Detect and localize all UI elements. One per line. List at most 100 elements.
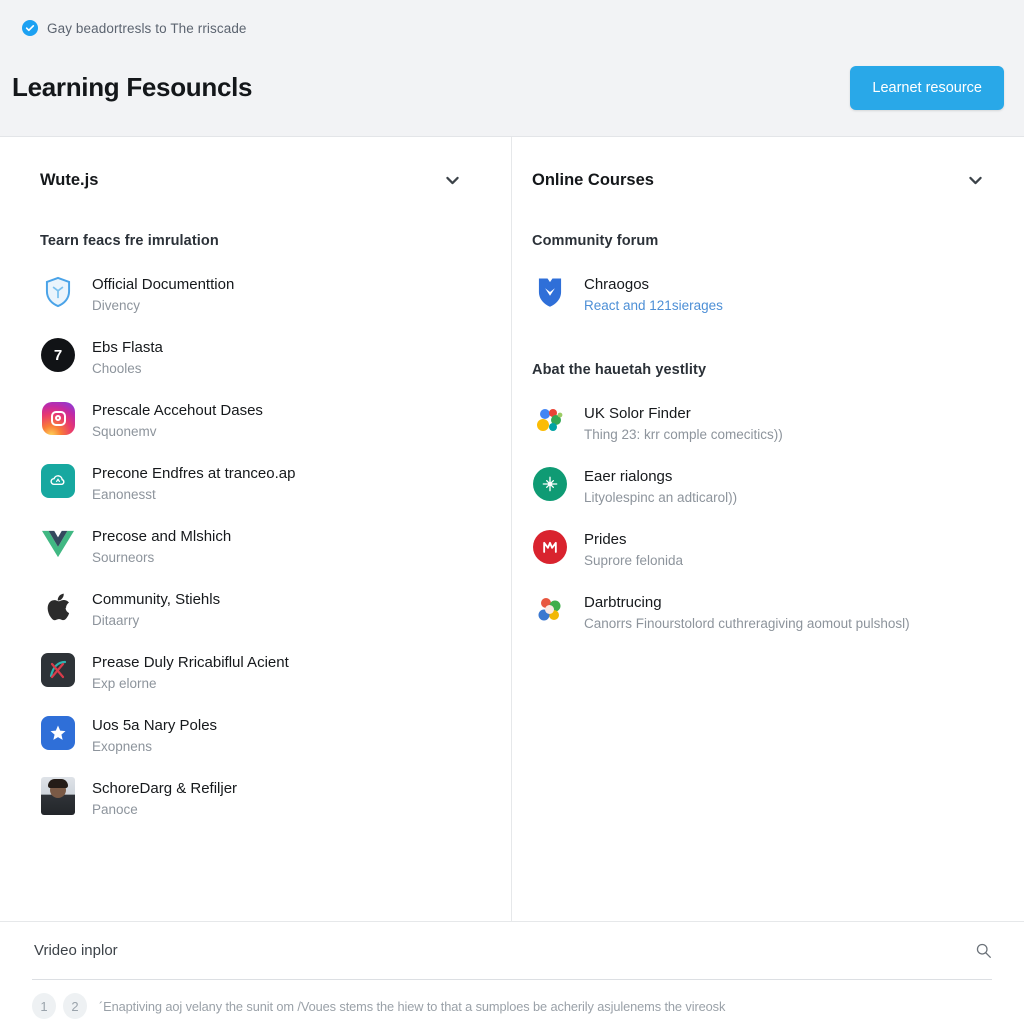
list-item[interactable]: Darbtrucing Canorrs Finourstolord cuthre… xyxy=(532,581,1000,644)
right-resource-list: UK Solor Finder Thing 23: krr comple com… xyxy=(532,392,1000,644)
check-circle-icon xyxy=(22,20,38,36)
shield-fold-icon xyxy=(532,274,568,310)
star-app-icon xyxy=(40,715,76,751)
breadcrumb[interactable]: Gay beadortresls to The rriscade xyxy=(22,16,1002,40)
list-item-subtitle: Sourneors xyxy=(92,550,155,565)
list-item-subtitle: Chooles xyxy=(92,361,142,376)
apple-icon xyxy=(40,589,76,625)
chevron-down-icon[interactable] xyxy=(440,168,465,193)
color-petals-icon xyxy=(532,592,568,628)
breadcrumb-label: Gay beadortresls to The rriscade xyxy=(47,20,247,36)
add-resource-button[interactable]: Learnet resource xyxy=(850,66,1004,110)
list-item-subtitle: Ditaarry xyxy=(92,613,140,628)
list-item-text: Uos 5a Nary Poles Exopnens xyxy=(92,715,217,756)
left-panel-title: Wute.js xyxy=(40,170,99,189)
footer-note-text: ´Enaptiving aoj velany the sunit om /Vou… xyxy=(99,998,726,1014)
list-item-title: Precone Endfres at tranceo.ap xyxy=(92,465,296,482)
list-item-subtitle: Eanonesst xyxy=(92,487,156,502)
left-section-label: Tearn feacs fre imrulation xyxy=(40,233,219,249)
list-item-text: Eaer rialongs Lityolespinc an adticarol)… xyxy=(584,466,737,507)
search-input[interactable] xyxy=(32,942,965,959)
list-item[interactable]: Precone Endfres at tranceo.ap Eanonesst xyxy=(40,452,487,515)
list-item[interactable]: Community, Stiehls Ditaarry xyxy=(40,578,487,641)
left-resource-list: Official Documenttion Divency 7 Ebs Flas… xyxy=(40,263,487,830)
list-item-title: Community, Stiehls xyxy=(92,591,221,608)
list-item-text: Chraogos React and 121sierages xyxy=(584,274,723,315)
list-item-title: UK Solor Finder xyxy=(584,405,691,422)
right-panel-title: Online Courses xyxy=(532,170,654,189)
page-header: Gay beadortresls to The rriscade Learnin… xyxy=(0,0,1024,137)
footer: 1 2 ´Enaptiving aoj velany the sunit om … xyxy=(0,921,1024,1024)
search-icon[interactable] xyxy=(975,942,992,959)
list-item-subtitle: Panoce xyxy=(92,802,138,817)
list-item-subtitle: Suprore felonida xyxy=(584,553,684,568)
list-item-title: Precose and Mlshich xyxy=(92,528,232,545)
list-item[interactable]: Prides Suprore felonida xyxy=(532,518,1000,581)
badge-number: 7 xyxy=(41,338,75,372)
list-item-title: Uos 5a Nary Poles xyxy=(92,717,218,734)
list-item-title: SchoreDarg & Refiljer xyxy=(92,780,238,797)
list-item-title: Ebs Flasta xyxy=(92,339,163,356)
list-item-subtitle: Divency xyxy=(92,298,141,313)
xcode-icon xyxy=(40,652,76,688)
list-item-subtitle: Canorrs Finourstolord cuthreragiving aom… xyxy=(584,616,910,631)
list-item-subtitle-link[interactable]: React and 121sierages xyxy=(584,296,723,315)
list-item-text: Official Documenttion Divency xyxy=(92,274,234,315)
right-featured-list: Chraogos React and 121sierages xyxy=(532,263,1000,326)
right-section-label-2: Abat the hauetah yestlity xyxy=(532,362,707,378)
list-item[interactable]: 7 Ebs Flasta Chooles xyxy=(40,326,487,389)
content-columns: Wute.js Tearn feacs fre imrulation Offic… xyxy=(0,137,1024,921)
list-item-text: Prease Duly Rricabiflul Acient Exp elorn… xyxy=(92,652,289,693)
m-circle-icon xyxy=(532,529,568,565)
right-panel-header: Online Courses xyxy=(532,163,1000,197)
shield-icon xyxy=(40,274,76,310)
number-badge-icon: 7 xyxy=(40,337,76,373)
list-item-text: Prescale Accehout Dases Squonemv xyxy=(92,400,263,441)
app-root: Gay beadortresls to The rriscade Learnin… xyxy=(0,0,1024,1024)
user-avatar-icon xyxy=(40,777,76,815)
right-panel: Online Courses Community forum Chraogos … xyxy=(512,137,1024,921)
left-panel-header: Wute.js xyxy=(40,163,487,197)
list-item-title: Chraogos xyxy=(584,276,650,293)
list-item-title: Official Documenttion xyxy=(92,276,235,293)
list-item-subtitle: Thing 23: krr comple comecitics)) xyxy=(584,427,783,442)
list-item-title: Darbtrucing xyxy=(584,594,662,611)
list-item[interactable]: Prease Duly Rricabiflul Acient Exp elorn… xyxy=(40,641,487,704)
right-section-label-1: Community forum xyxy=(532,233,659,249)
page-title: Learning Fesouncls xyxy=(12,72,253,102)
list-item-text: Darbtrucing Canorrs Finourstolord cuthre… xyxy=(584,592,910,633)
list-item-text: Precone Endfres at tranceo.ap Eanonesst xyxy=(92,463,295,504)
cloud-icon xyxy=(40,463,76,499)
instagram-icon xyxy=(40,400,76,436)
list-item-subtitle: Squonemv xyxy=(92,424,157,439)
list-item-title: Prease Duly Rricabiflul Acient xyxy=(92,654,289,671)
compass-circle-icon xyxy=(532,466,568,502)
list-item-text: UK Solor Finder Thing 23: krr comple com… xyxy=(584,403,783,444)
chevron-down-icon[interactable] xyxy=(963,168,988,193)
list-item[interactable]: Prescale Accehout Dases Squonemv xyxy=(40,389,487,452)
search-bar[interactable] xyxy=(32,922,992,980)
list-item[interactable]: SchoreDarg & Refiljer Panoce xyxy=(40,767,487,830)
list-item[interactable]: Official Documenttion Divency xyxy=(40,263,487,326)
list-item[interactable]: Precose and Mlshich Sourneors xyxy=(40,515,487,578)
vue-logo-icon xyxy=(40,526,76,562)
list-item[interactable]: UK Solor Finder Thing 23: krr comple com… xyxy=(532,392,1000,455)
list-item-subtitle: Exp elorne xyxy=(92,676,157,691)
list-item[interactable]: Eaer rialongs Lityolespinc an adticarol)… xyxy=(532,455,1000,518)
list-item-text: Community, Stiehls Ditaarry xyxy=(92,589,220,630)
list-item-title: Prescale Accehout Dases xyxy=(92,402,263,419)
list-item-text: Precose and Mlshich Sourneors xyxy=(92,526,231,567)
step-badge-1[interactable]: 1 xyxy=(32,993,56,1019)
list-item-title: Prides xyxy=(584,531,627,548)
step-badge-2[interactable]: 2 xyxy=(63,993,87,1019)
list-item-subtitle: Lityolespinc an adticarol)) xyxy=(584,490,738,505)
left-panel: Wute.js Tearn feacs fre imrulation Offic… xyxy=(0,137,512,921)
list-item-title: Eaer rialongs xyxy=(584,468,673,485)
list-item-text: SchoreDarg & Refiljer Panoce xyxy=(92,778,237,819)
color-dots-icon xyxy=(532,403,568,439)
list-item-subtitle: Exopnens xyxy=(92,739,153,754)
footer-note: 1 2 ´Enaptiving aoj velany the sunit om … xyxy=(32,980,992,1019)
list-item[interactable]: Uos 5a Nary Poles Exopnens xyxy=(40,704,487,767)
list-item[interactable]: Chraogos React and 121sierages xyxy=(532,263,1000,326)
list-item-text: Prides Suprore felonida xyxy=(584,529,683,570)
